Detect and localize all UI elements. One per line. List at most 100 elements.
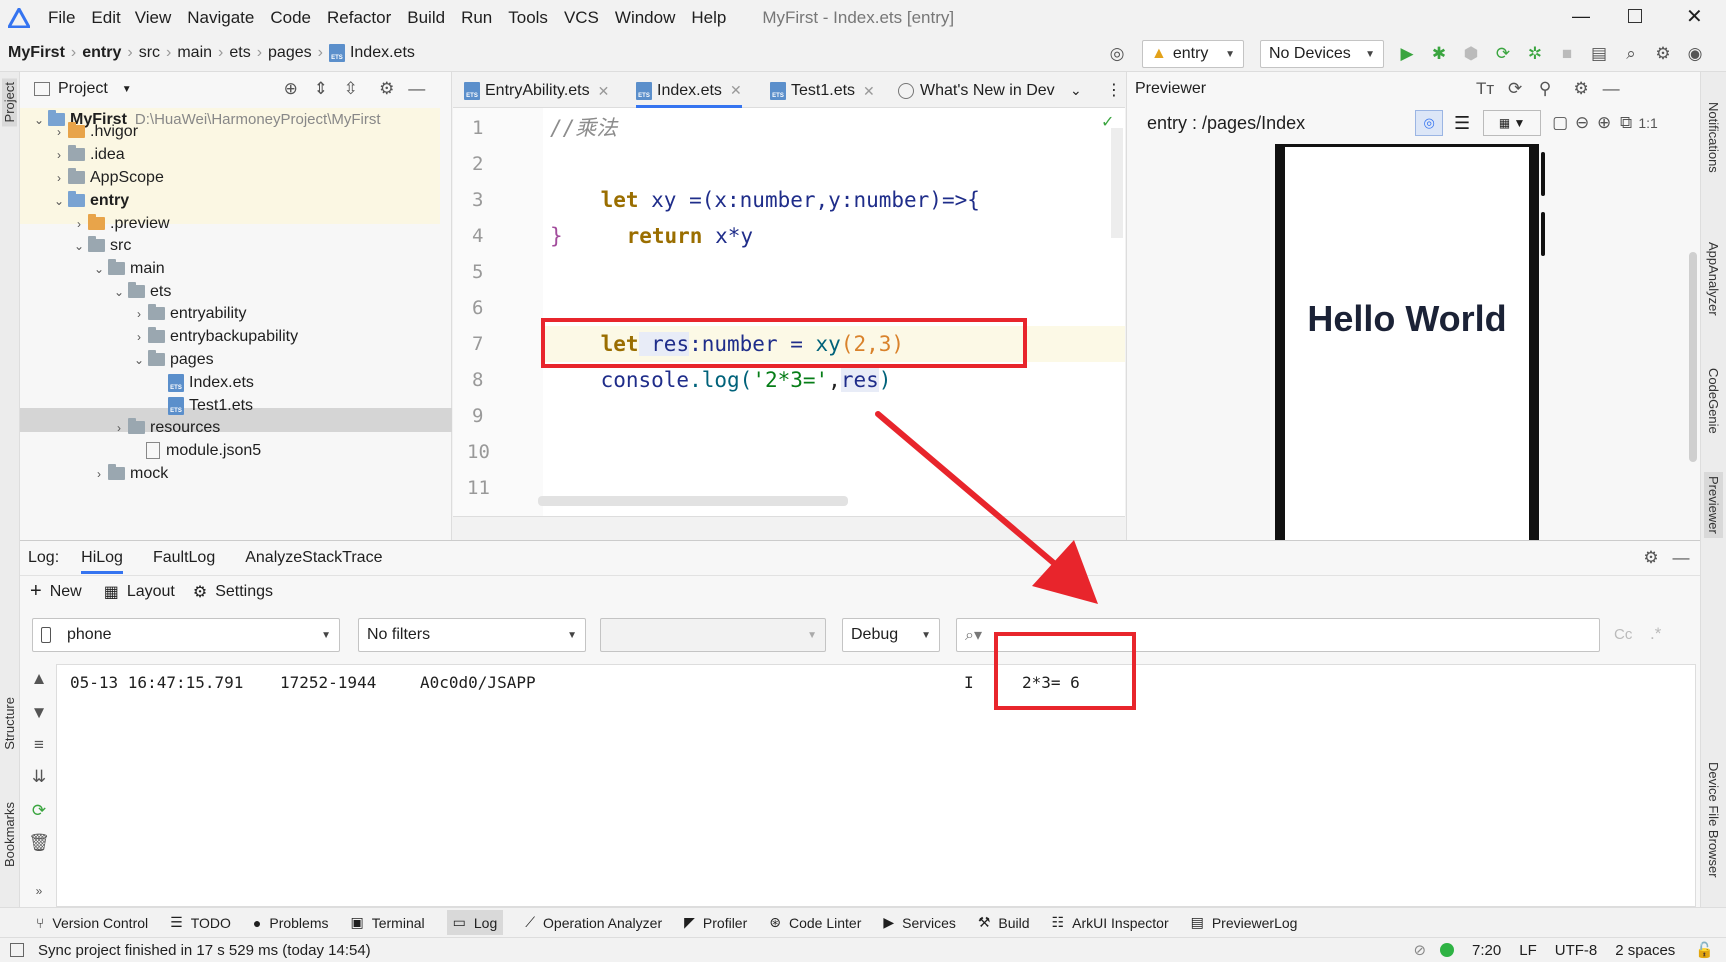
status-indicator-icon[interactable] bbox=[1440, 943, 1455, 957]
tab-test1[interactable]: Test1.ets✕ bbox=[770, 76, 875, 106]
todo-tab[interactable]: ☰ TODO bbox=[170, 914, 231, 931]
pin-icon[interactable]: ⚲ bbox=[1534, 78, 1556, 100]
breadcrumb-main[interactable]: main bbox=[177, 44, 212, 62]
new-button[interactable]: New bbox=[50, 583, 82, 601]
tree-item-index-ets[interactable]: Index.ets bbox=[168, 371, 254, 394]
run-config-select[interactable]: ▲ entry ▼ bbox=[1142, 40, 1244, 68]
view-mode-chevron-icon[interactable]: ▼ bbox=[122, 84, 132, 95]
terminal-tab[interactable]: ▣ Terminal bbox=[351, 914, 425, 931]
tab-index[interactable]: Index.ets✕ bbox=[636, 76, 742, 108]
log-tab[interactable]: ▭ Log bbox=[446, 910, 504, 935]
debug-icon[interactable]: ✱ bbox=[1428, 43, 1450, 65]
power-save-icon[interactable]: ⊘ bbox=[1413, 941, 1426, 959]
menu-build[interactable]: Build bbox=[407, 8, 445, 28]
codegenie-tool-tab[interactable]: CodeGenie bbox=[1706, 368, 1721, 434]
rotate-icon[interactable]: ⧉ bbox=[1615, 112, 1637, 134]
log-settings-icon[interactable]: ⚙ bbox=[1640, 547, 1662, 569]
tab-hilog[interactable]: HiLog bbox=[81, 549, 123, 574]
previewer-log-tab[interactable]: ▤ PreviewerLog bbox=[1191, 914, 1298, 931]
breadcrumb-project[interactable]: MyFirst bbox=[8, 44, 65, 62]
tree-item-entry[interactable]: ⌄ entry bbox=[50, 189, 129, 212]
log-device-select[interactable]: phone ▼ bbox=[32, 618, 340, 652]
bookmarks-tool-tab[interactable]: Bookmarks bbox=[2, 802, 17, 867]
caret-position[interactable]: 7:20 bbox=[1472, 942, 1501, 959]
regex-icon[interactable]: .* bbox=[1650, 624, 1661, 644]
problems-tab[interactable]: ● Problems bbox=[253, 915, 329, 931]
stop-icon[interactable]: ■ bbox=[1556, 43, 1578, 65]
previewer-settings-icon[interactable]: ⚙ bbox=[1570, 78, 1592, 100]
tab-more-icon[interactable]: ⋮ bbox=[1106, 80, 1122, 100]
profiler-tab[interactable]: ◤ Profiler bbox=[684, 914, 747, 931]
tree-item-appscope[interactable]: › AppScope bbox=[50, 166, 164, 189]
actual-size-icon[interactable]: 1:1 bbox=[1637, 112, 1659, 134]
log-output[interactable]: 05-13 16:47:15.791 17252-1944 A0c0d0/JSA… bbox=[56, 664, 1696, 907]
project-structure-icon[interactable]: ▤ bbox=[1588, 43, 1610, 65]
attach-debugger-icon[interactable]: ⬢ bbox=[1460, 43, 1482, 65]
hide-previewer-icon[interactable]: — bbox=[1600, 78, 1622, 100]
menu-code[interactable]: Code bbox=[270, 8, 311, 28]
fit-screen-icon[interactable]: ▢ bbox=[1549, 112, 1571, 134]
tree-item-mock[interactable]: › mock bbox=[90, 462, 168, 485]
close-tab-icon[interactable]: ✕ bbox=[730, 82, 742, 99]
breadcrumb-src[interactable]: src bbox=[139, 44, 160, 62]
tree-item-src[interactable]: ⌄ src bbox=[70, 234, 131, 257]
log-filter-select[interactable]: No filters ▼ bbox=[358, 618, 586, 652]
target-icon[interactable]: ◎ bbox=[1106, 43, 1128, 65]
structure-tool-tab[interactable]: Structure bbox=[2, 697, 17, 750]
tree-item-resources[interactable]: › resources bbox=[110, 416, 220, 439]
panel-settings-icon[interactable]: ⚙ bbox=[376, 78, 398, 100]
tab-analyzestacktrace[interactable]: AnalyzeStackTrace bbox=[245, 549, 382, 567]
tree-item-idea[interactable]: › .idea bbox=[50, 143, 125, 166]
tree-item-entrybackupability[interactable]: › entrybackupability bbox=[130, 325, 298, 348]
layout-button[interactable]: Layout bbox=[127, 583, 175, 601]
tab-list-chevron-icon[interactable]: ⌄ bbox=[1070, 82, 1082, 99]
tree-item-hvigor[interactable]: › .hvigor bbox=[50, 120, 138, 143]
search-icon[interactable]: ⌕ bbox=[1620, 43, 1642, 65]
menu-vcs[interactable]: VCS bbox=[564, 8, 599, 28]
menu-help[interactable]: Help bbox=[691, 8, 726, 28]
maximize-icon[interactable] bbox=[1628, 9, 1642, 23]
menu-navigate[interactable]: Navigate bbox=[187, 8, 254, 28]
lock-icon[interactable]: 🔓 bbox=[1695, 941, 1714, 959]
tab-entryability[interactable]: EntryAbility.ets✕ bbox=[464, 76, 609, 106]
expand-all-icon[interactable]: ⇕ bbox=[310, 78, 332, 100]
line-separator[interactable]: LF bbox=[1519, 942, 1537, 959]
restart-icon[interactable]: ⟳ bbox=[28, 800, 50, 822]
minimize-icon[interactable]: — bbox=[1572, 6, 1590, 27]
close-tab-icon[interactable]: ✕ bbox=[598, 83, 610, 100]
tree-item-main[interactable]: ⌄ main bbox=[90, 257, 165, 280]
log-process-select[interactable]: ▼ bbox=[600, 618, 826, 652]
arkui-inspector-tab[interactable]: ☷ ArkUI Inspector bbox=[1052, 914, 1169, 931]
collapse-all-icon[interactable]: ⇳ bbox=[340, 78, 362, 100]
previewer-tool-tab[interactable]: Previewer bbox=[1704, 472, 1723, 538]
account-icon[interactable]: ◉ bbox=[1684, 43, 1706, 65]
breadcrumb-file[interactable]: Index.ets bbox=[350, 44, 415, 62]
hide-panel-icon[interactable]: — bbox=[406, 78, 428, 100]
locate-icon[interactable]: ⊕ bbox=[280, 78, 302, 100]
version-control-tab[interactable]: ⑂ Version Control bbox=[36, 915, 148, 931]
soft-wrap-icon[interactable]: ≡ bbox=[28, 734, 50, 756]
breadcrumb-module[interactable]: entry bbox=[82, 44, 121, 62]
menu-window[interactable]: Window bbox=[615, 8, 675, 28]
close-tab-icon[interactable]: ✕ bbox=[863, 83, 875, 100]
scroll-up-icon[interactable]: ▲ bbox=[28, 668, 50, 690]
menu-tools[interactable]: Tools bbox=[508, 8, 548, 28]
zoom-out-icon[interactable]: ⊖ bbox=[1571, 112, 1593, 134]
indent-setting[interactable]: 2 spaces bbox=[1615, 942, 1675, 959]
services-tab[interactable]: ▶ Services bbox=[883, 914, 955, 931]
new-icon[interactable]: + bbox=[30, 580, 42, 603]
log-level-select[interactable]: Debug ▼ bbox=[842, 618, 940, 652]
run-icon[interactable]: ▶ bbox=[1396, 43, 1418, 65]
code-linter-tab[interactable]: ⊛ Code Linter bbox=[769, 914, 861, 931]
project-tool-tab[interactable]: Project bbox=[2, 78, 17, 127]
status-message[interactable]: Sync project finished in 17 s 529 ms (to… bbox=[38, 942, 371, 959]
settings-icon[interactable]: ⚙ bbox=[1652, 43, 1674, 65]
tree-item-pages[interactable]: ⌄ pages bbox=[130, 348, 214, 371]
clear-log-icon[interactable]: 🗑 bbox=[28, 832, 50, 854]
appanalyzer-tool-tab[interactable]: AppAnalyzer bbox=[1706, 242, 1721, 316]
settings-gear-icon[interactable]: ⚙ bbox=[193, 582, 207, 602]
file-encoding[interactable]: UTF-8 bbox=[1555, 942, 1598, 959]
hide-log-icon[interactable]: — bbox=[1670, 547, 1692, 569]
operation-analyzer-tab[interactable]: ⟋ Operation Analyzer bbox=[525, 914, 662, 931]
tab-faultlog[interactable]: FaultLog bbox=[153, 549, 215, 567]
